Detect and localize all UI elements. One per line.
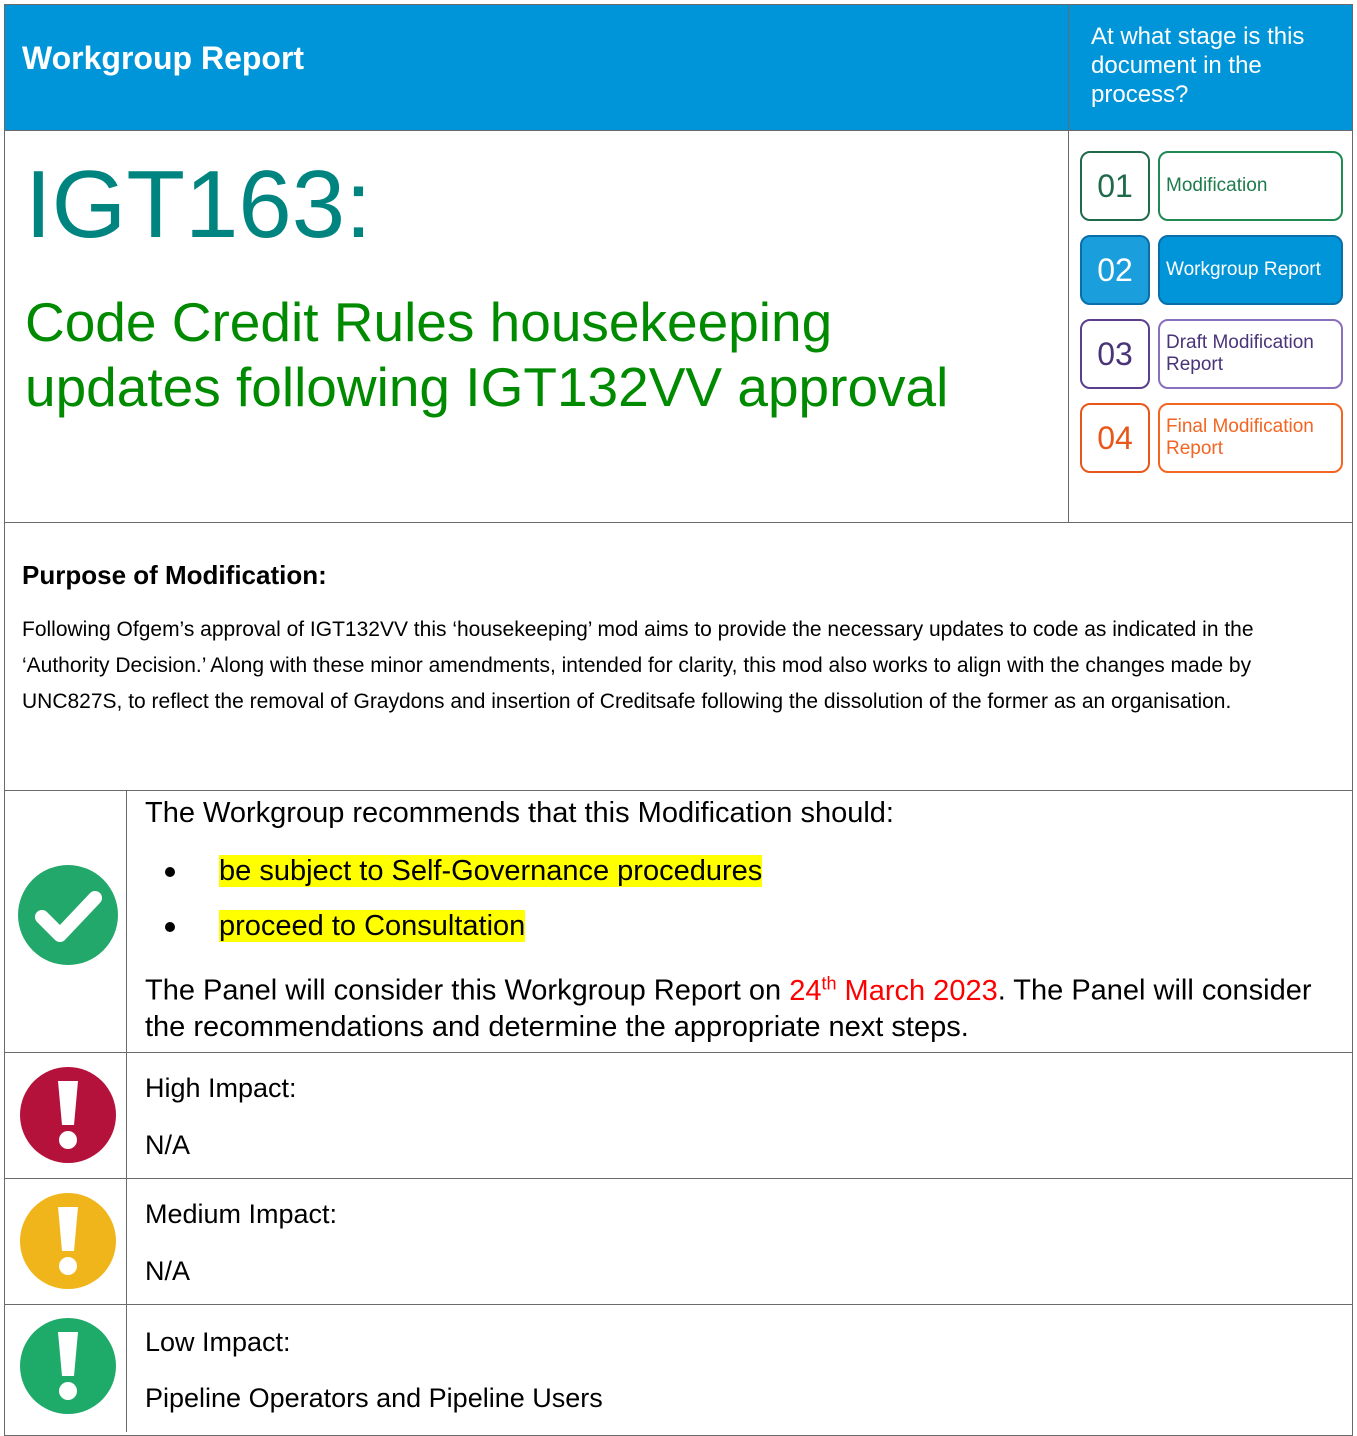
modification-title: Code Credit Rules housekeeping updates f… (25, 291, 949, 418)
stage-number: 04 (1080, 403, 1150, 473)
low-impact-warning-icon (20, 1318, 116, 1414)
stage-label: Modification (1158, 151, 1343, 221)
stage-number: 01 (1080, 151, 1150, 221)
divider (5, 522, 1353, 523)
bullet-text: proceed to Consultation (219, 910, 526, 942)
recommendation-bullet: proceed to Consultation (165, 910, 526, 943)
stage-label: Workgroup Report (1158, 235, 1343, 305)
modification-id: IGT163: (25, 151, 372, 258)
stage-label: Draft Modification Report (1158, 319, 1343, 389)
divider (5, 1304, 1353, 1305)
divider (5, 1052, 1353, 1053)
recommendation-intro: The Workgroup recommends that this Modif… (145, 797, 894, 829)
divider (5, 1178, 1353, 1179)
high-impact-warning-icon (20, 1067, 116, 1163)
low-impact-value: Pipeline Operators and Pipeline Users (145, 1383, 603, 1413)
high-impact-label: High Impact: (145, 1073, 297, 1103)
stage-label: Final Modification Report (1158, 403, 1343, 473)
panel-date-suffix: th (821, 973, 837, 993)
panel-date: 24th March 2023 (789, 973, 998, 1007)
document-page: Workgroup Report At what stage is this d… (0, 0, 1357, 1436)
medium-impact-warning-icon (20, 1193, 116, 1289)
panel-date-day: 24 (789, 974, 822, 1007)
medium-impact-value: N/A (145, 1256, 191, 1286)
panel-date-rest: March 2023 (836, 974, 998, 1007)
bullet-dot (165, 867, 175, 878)
icon-column-divider (126, 790, 127, 1432)
header-divider (1068, 5, 1069, 523)
bullet-dot (165, 922, 175, 933)
stage-number: 03 (1080, 319, 1150, 389)
divider (5, 130, 1353, 131)
bullet-text: be subject to Self-Governance procedures (219, 855, 763, 887)
recommendation-bullet: be subject to Self-Governance procedures (165, 855, 763, 888)
low-impact-label: Low Impact: (145, 1327, 291, 1357)
purpose-heading: Purpose of Modification: (22, 560, 327, 590)
panel-prefix: The Panel will consider this Workgroup R… (145, 974, 790, 1007)
stage-number: 02 (1080, 235, 1150, 305)
purpose-text: Following Ofgem’s approval of IGT132VV t… (22, 618, 1254, 713)
high-impact-value: N/A (145, 1130, 191, 1160)
medium-impact-label: Medium Impact: (145, 1199, 338, 1229)
checkmark-icon (18, 865, 118, 965)
divider (5, 790, 1353, 791)
panel-consideration-text: The Panel will consider this Workgroup R… (145, 965, 1345, 1045)
